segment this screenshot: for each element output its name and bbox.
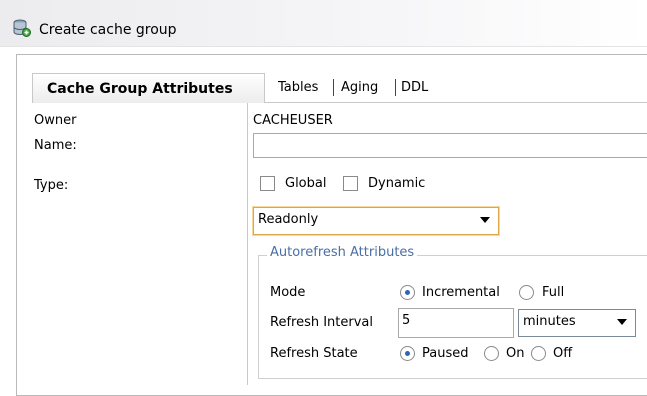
mode-incremental-radio[interactable] <box>400 285 415 300</box>
mode-incremental-label: Incremental <box>422 285 500 300</box>
interval-unit-select[interactable]: minutes <box>518 309 636 337</box>
state-on-label: On <box>506 346 525 361</box>
state-on-radio[interactable] <box>484 346 499 361</box>
global-label: Global <box>285 176 327 191</box>
title-divider <box>0 46 647 47</box>
state-paused-radio[interactable] <box>400 346 415 361</box>
refresh-interval-field[interactable]: 5 <box>398 308 514 338</box>
owner-value: CACHEUSER <box>253 113 333 128</box>
interval-unit-value: minutes <box>523 314 576 329</box>
name-field[interactable] <box>253 133 647 158</box>
refresh-interval-value: 5 <box>402 313 411 328</box>
cache-type-value: Readonly <box>258 212 319 227</box>
refresh-interval-label: Refresh Interval <box>270 315 374 330</box>
name-label: Name: <box>34 138 77 153</box>
chevron-down-icon <box>617 319 627 325</box>
tab-separator <box>333 79 334 96</box>
mode-full-radio[interactable] <box>519 285 534 300</box>
dynamic-checkbox[interactable] <box>343 176 358 191</box>
window-title: Create cache group <box>39 22 177 38</box>
tab-cache-group-attributes[interactable]: Cache Group Attributes <box>32 73 265 103</box>
owner-label: Owner <box>34 113 77 128</box>
tab-baseline <box>265 102 647 103</box>
cache-type-select[interactable]: Readonly <box>253 207 499 235</box>
tab-strip: Cache Group Attributes Tables Aging DDL <box>32 73 647 103</box>
refresh-state-label: Refresh State <box>270 346 358 361</box>
tab-aging[interactable]: Aging <box>341 80 378 95</box>
label-column-divider <box>247 103 248 385</box>
mode-label: Mode <box>270 285 306 300</box>
tab-separator <box>395 79 396 96</box>
type-label: Type: <box>34 178 69 193</box>
tab-tables[interactable]: Tables <box>278 80 318 95</box>
database-cache-icon <box>13 19 31 37</box>
mode-full-label: Full <box>542 285 565 300</box>
dynamic-label: Dynamic <box>368 176 426 191</box>
state-off-radio[interactable] <box>531 346 546 361</box>
autorefresh-legend: Autorefresh Attributes <box>267 245 418 260</box>
tab-ddl[interactable]: DDL <box>401 80 428 95</box>
state-paused-label: Paused <box>422 346 469 361</box>
state-off-label: Off <box>553 346 573 361</box>
title-bar: Create cache group <box>0 0 647 46</box>
chevron-down-icon <box>480 217 490 223</box>
global-checkbox[interactable] <box>260 176 275 191</box>
